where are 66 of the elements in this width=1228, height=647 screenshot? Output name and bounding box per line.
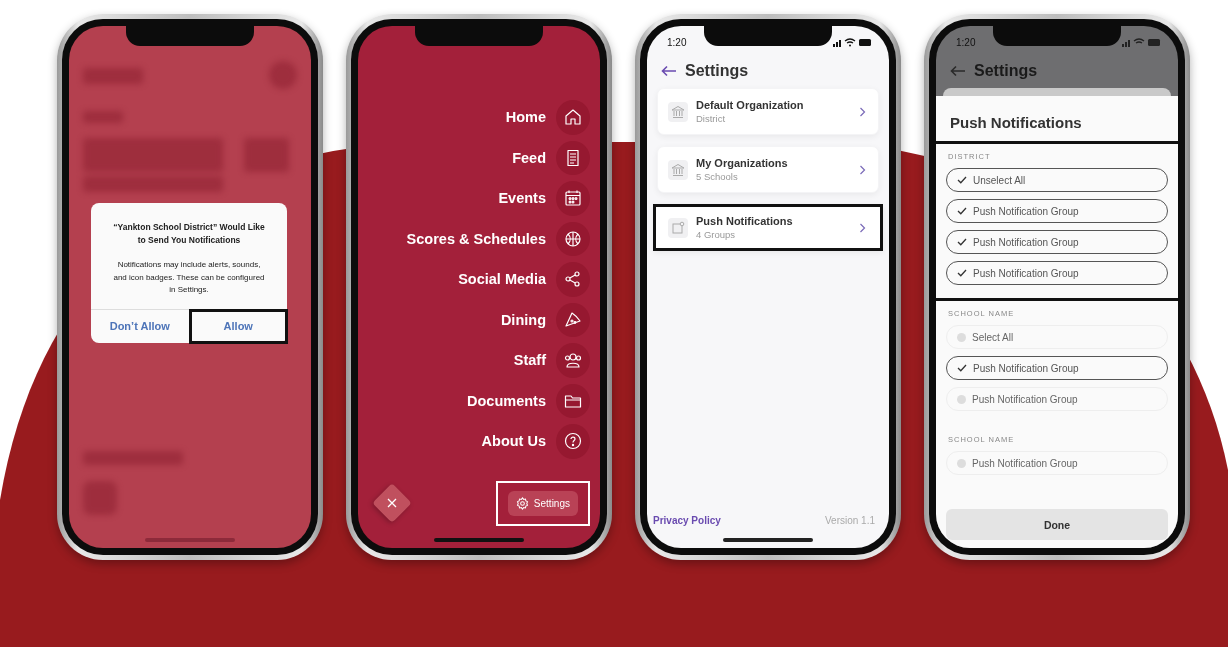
alert-title: “Yankton School District” Would Like to Send You Notifications bbox=[112, 221, 266, 247]
menu-item[interactable]: Events bbox=[498, 190, 546, 207]
menu-icon-circle[interactable] bbox=[556, 221, 590, 256]
done-button[interactable]: Done bbox=[946, 509, 1168, 540]
menu-item[interactable]: Feed bbox=[512, 149, 546, 166]
chevron-icon bbox=[859, 222, 866, 233]
settings-icon bbox=[515, 496, 529, 510]
unchecked-dot-icon bbox=[957, 458, 966, 468]
status-icons bbox=[833, 37, 873, 47]
back-arrow-icon bbox=[950, 65, 966, 77]
menu-item[interactable]: Documents bbox=[467, 392, 546, 409]
alert-message: Notifications may include alerts, sounds, and icon badges. These can be configured in Settings. bbox=[112, 259, 266, 296]
settings-button[interactable]: Settings bbox=[507, 490, 578, 516]
status-time: 1:20 bbox=[956, 36, 976, 48]
checkmark-icon bbox=[957, 269, 967, 277]
menu-icon-circle[interactable] bbox=[556, 100, 590, 135]
unchecked-dot-icon bbox=[957, 394, 966, 404]
screen-title: Settings bbox=[685, 62, 749, 80]
menu-icon-circle[interactable] bbox=[556, 181, 590, 216]
status-icons bbox=[1122, 37, 1162, 47]
row-icon bbox=[668, 217, 688, 238]
checkmark-icon bbox=[957, 238, 967, 246]
row-icon bbox=[668, 159, 688, 180]
menu-icon-circle[interactable] bbox=[556, 140, 590, 175]
share-icon bbox=[563, 269, 583, 290]
unchecked-dot-icon bbox=[957, 332, 966, 342]
row-icon bbox=[668, 101, 688, 122]
alert-button[interactable]: Allow bbox=[189, 309, 287, 343]
sheet-title: Push Notifications bbox=[936, 96, 1178, 144]
menu-item[interactable]: Staff bbox=[513, 352, 546, 369]
privacy-policy-link[interactable]: Privacy Policy bbox=[653, 515, 721, 526]
menu-icon-circle[interactable] bbox=[556, 424, 590, 459]
back-arrow-icon[interactable] bbox=[661, 65, 677, 77]
basketball-icon bbox=[563, 228, 583, 249]
checkmark-icon bbox=[957, 207, 967, 215]
row-subtitle: 5 Schools bbox=[696, 171, 739, 182]
house-icon bbox=[563, 107, 583, 128]
row-subtitle: District bbox=[696, 113, 727, 124]
close-icon bbox=[387, 498, 397, 508]
calendar-icon bbox=[563, 188, 583, 209]
row-title: My Organizations bbox=[696, 157, 789, 169]
menu-icon-circle[interactable] bbox=[556, 262, 590, 297]
checkmark-icon bbox=[957, 364, 967, 372]
menu-icon-circle[interactable] bbox=[556, 343, 590, 378]
settings-row[interactable]: Push Notifications 4 Groups bbox=[653, 204, 883, 251]
menu-item[interactable]: Social Media bbox=[458, 271, 546, 288]
status-time: 1:20 bbox=[667, 36, 687, 48]
people-icon bbox=[563, 350, 583, 371]
settings-row[interactable]: Default Organization District bbox=[657, 88, 879, 135]
menu-item[interactable]: Dining bbox=[500, 311, 546, 328]
menu-item[interactable]: Home bbox=[505, 109, 546, 126]
settings-row[interactable]: My Organizations 5 Schools bbox=[657, 146, 879, 193]
menu-icon-circle[interactable] bbox=[556, 383, 590, 418]
menu-icon-circle[interactable] bbox=[556, 302, 590, 337]
row-title: Default Organization bbox=[696, 99, 805, 111]
row-title: Push Notifications bbox=[696, 215, 794, 227]
chevron-icon bbox=[859, 106, 866, 117]
checkmark-icon bbox=[957, 176, 967, 184]
menu-item[interactable]: About Us bbox=[481, 433, 546, 450]
menu-item[interactable]: Scores & Schedules bbox=[406, 230, 546, 247]
chevron-icon bbox=[859, 164, 866, 175]
version-text: Version 1.1 bbox=[824, 515, 875, 526]
screen-title: Settings bbox=[974, 62, 1038, 80]
alert-button[interactable]: Don’t Allow bbox=[91, 309, 190, 343]
question-icon bbox=[563, 431, 583, 452]
row-subtitle: 4 Groups bbox=[696, 229, 737, 240]
